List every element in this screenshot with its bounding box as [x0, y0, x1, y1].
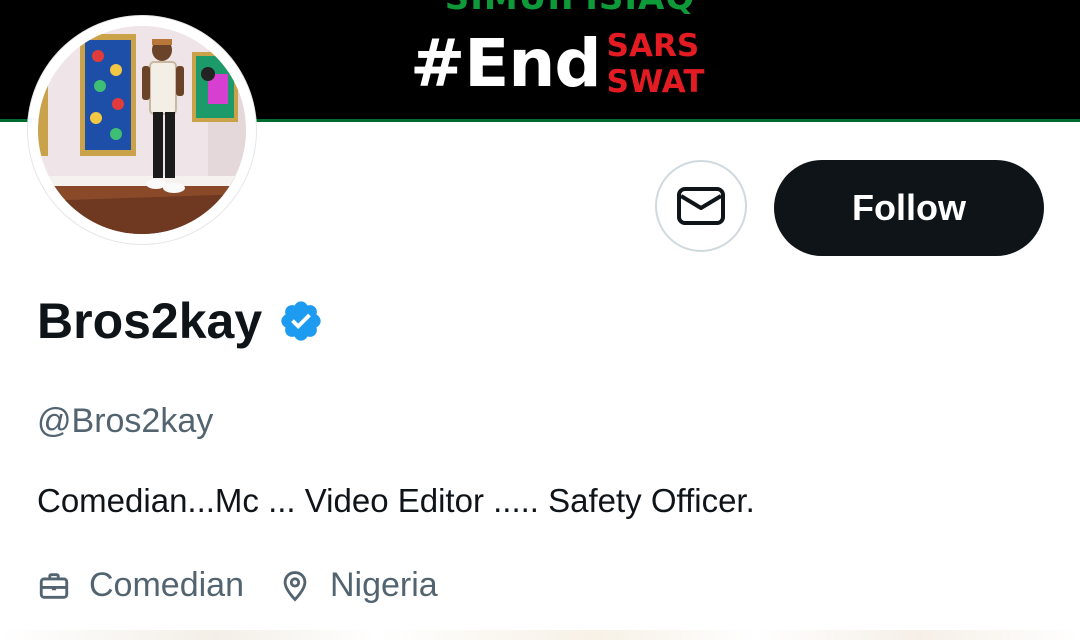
banner-hashtag: #End SARS SWAT: [410, 28, 704, 100]
banner-hashtag-main: #End: [410, 25, 602, 102]
banner-top-text: SIMUIFISIAQ: [405, 0, 735, 18]
profession-label: Comedian: [89, 566, 244, 604]
name-row: Bros2kay: [37, 292, 324, 350]
follow-button[interactable]: Follow: [774, 160, 1044, 256]
profile-meta: Comedian Nigeria: [37, 566, 438, 605]
briefcase-icon: [39, 572, 69, 599]
profile-bio: Comedian...Mc ... Video Editor ..... Saf…: [37, 482, 755, 519]
display-name: Bros2kay: [37, 293, 263, 349]
banner-hashtag-swat: SWAT: [606, 64, 705, 100]
avatar-illustration: [38, 26, 246, 234]
location-label: Nigeria: [329, 566, 438, 604]
message-button[interactable]: [655, 160, 747, 252]
profile-handle: @Bros2kay: [37, 402, 214, 440]
verified-badge-icon[interactable]: [278, 298, 324, 344]
banner-hashtag-stack: SARS SWAT: [607, 28, 705, 100]
avatar-photo: [38, 26, 246, 234]
profession-item: Comedian: [37, 566, 244, 605]
banner-hashtag-sars: SARS: [606, 28, 700, 64]
location-item: Nigeria: [278, 566, 438, 605]
location-pin-icon: [283, 570, 307, 601]
avatar[interactable]: [28, 16, 256, 244]
mail-icon: [677, 187, 725, 225]
bottom-partial-row: [0, 630, 1080, 640]
